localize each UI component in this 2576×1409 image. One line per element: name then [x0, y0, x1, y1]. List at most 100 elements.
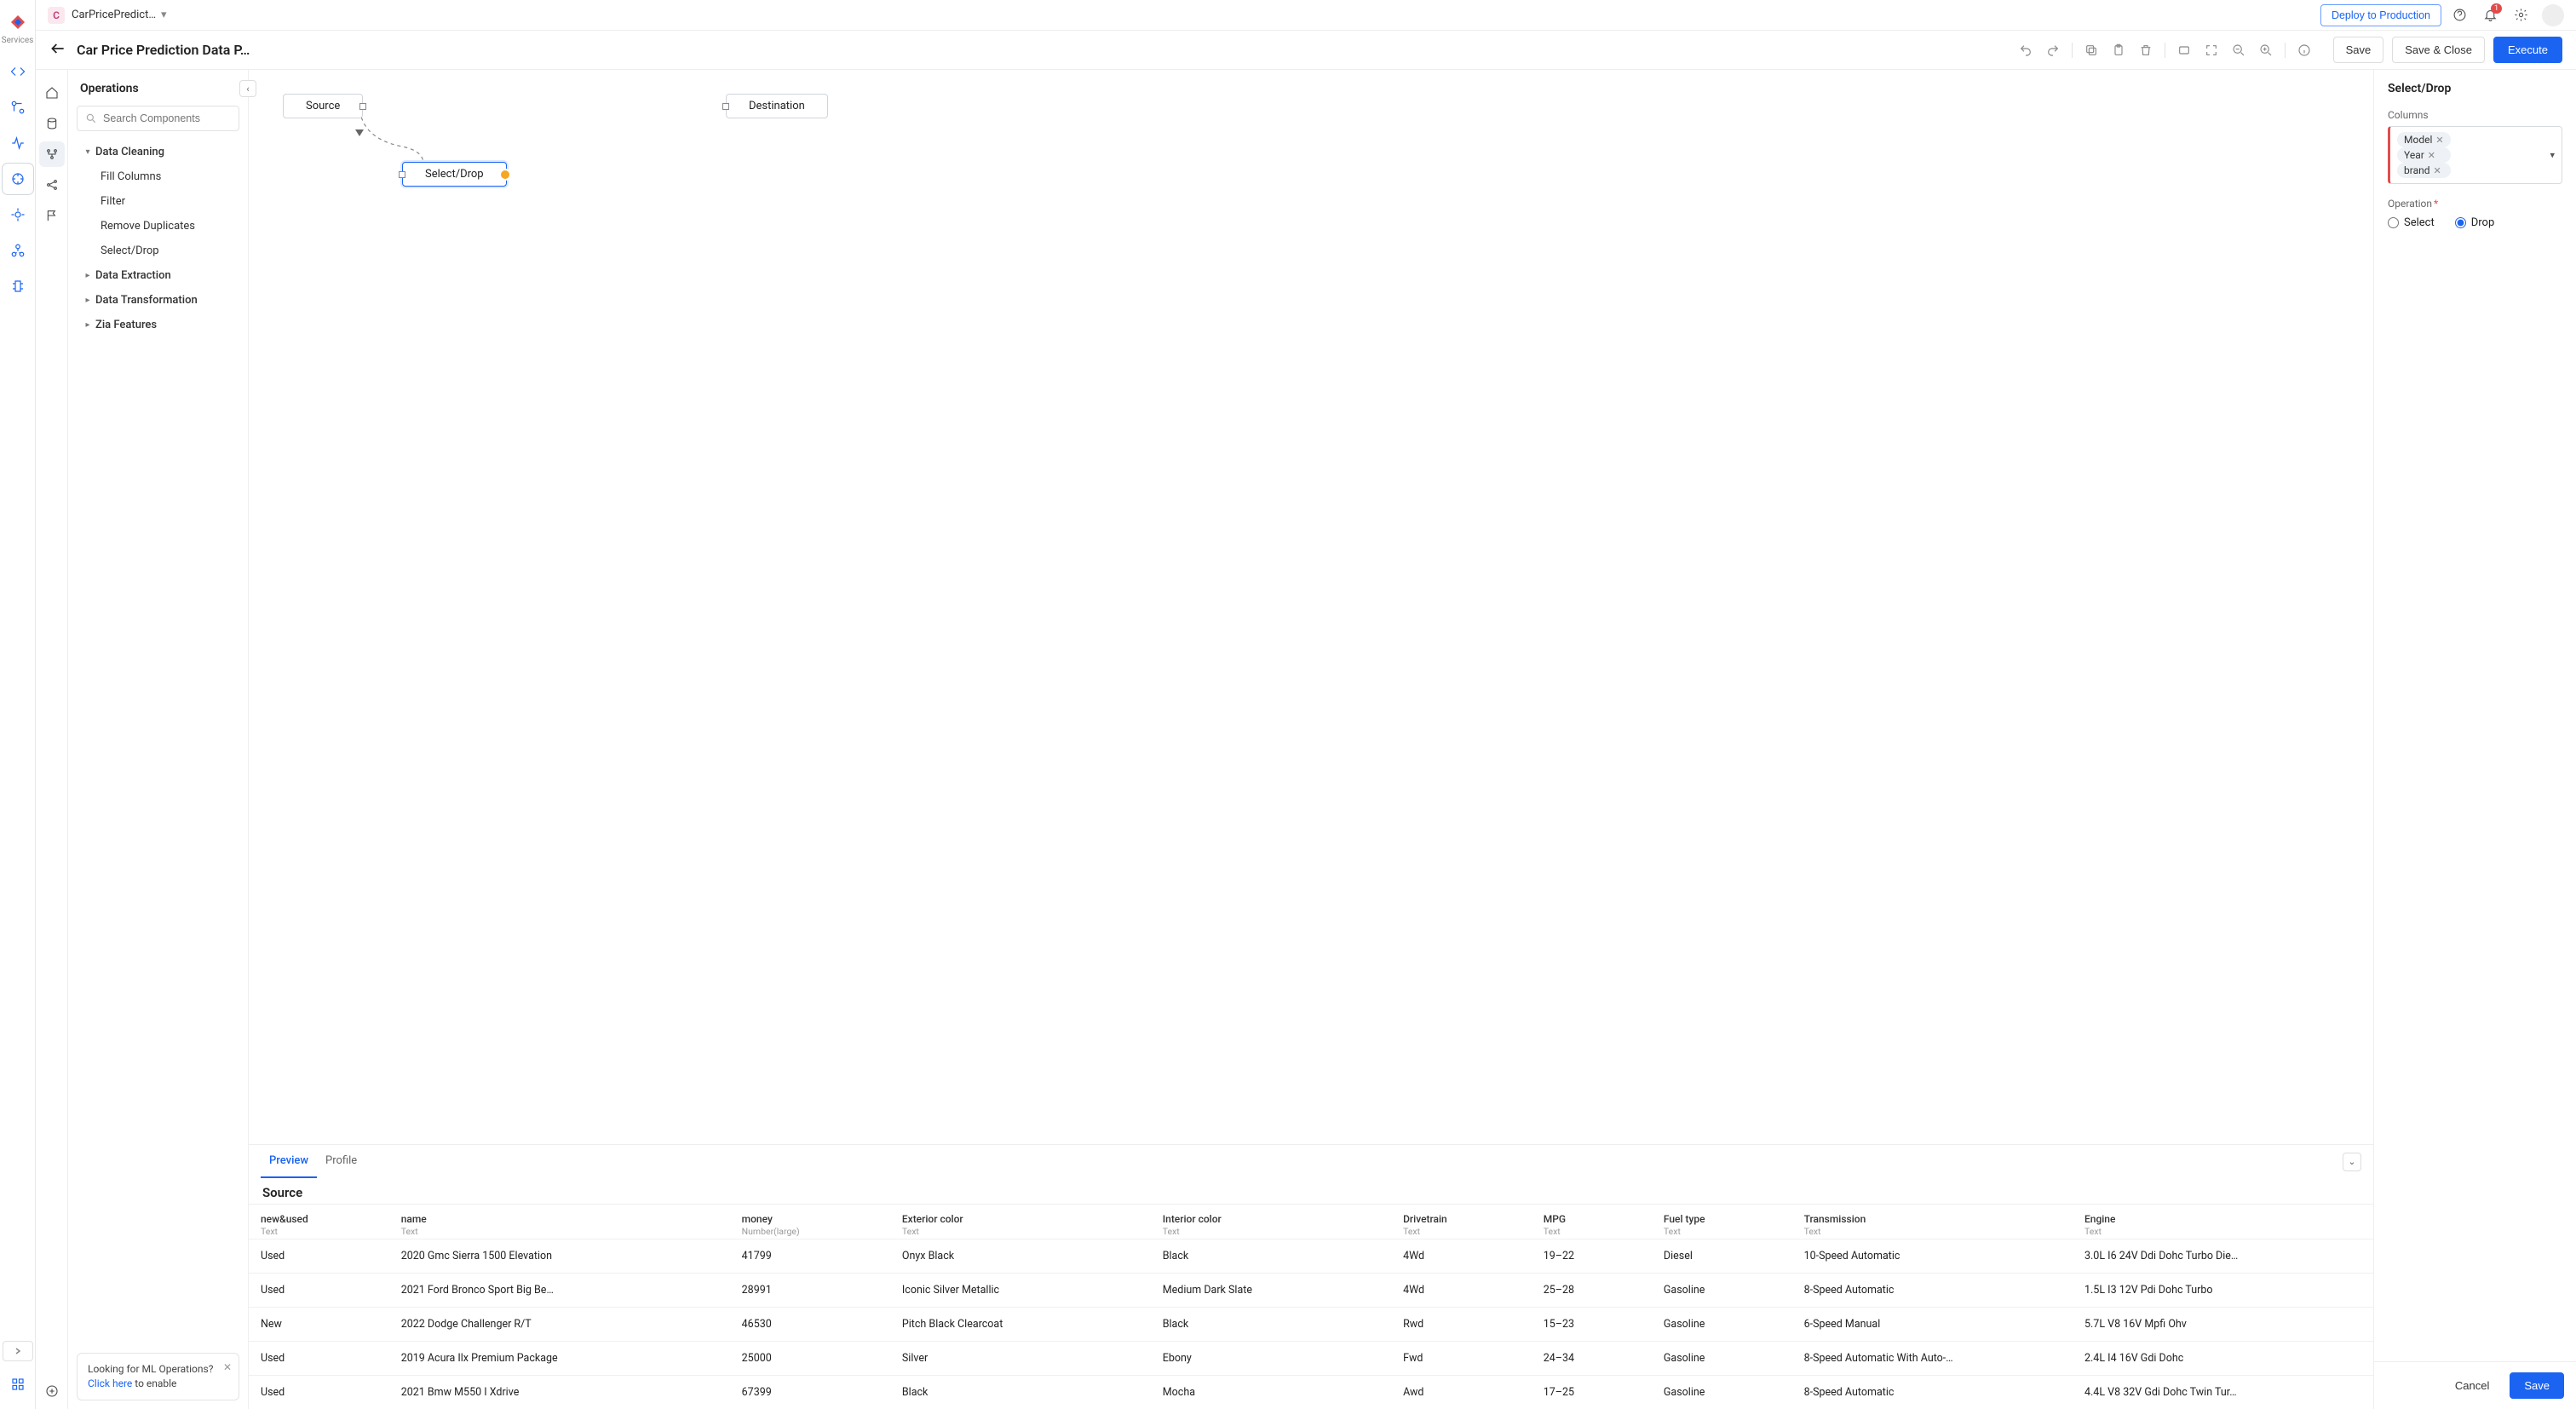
node-destination[interactable]: Destination [726, 94, 828, 118]
copy-icon[interactable] [2078, 37, 2105, 64]
column-header[interactable]: DrivetrainText [1391, 1205, 1532, 1239]
avatar[interactable] [2542, 4, 2564, 26]
column-header[interactable]: MPGText [1532, 1205, 1652, 1239]
rail-apps-icon[interactable] [3, 1369, 33, 1400]
tab-profile[interactable]: Profile [317, 1145, 365, 1178]
save-button[interactable]: Save [2333, 37, 2384, 63]
table-row[interactable]: New2022 Dodge Challenger R/T46530Pitch B… [249, 1308, 2373, 1342]
workspace-caret-icon[interactable]: ▾ [161, 9, 167, 21]
column-header[interactable]: new&usedText [249, 1205, 389, 1239]
mini-flow-icon[interactable] [39, 141, 65, 167]
flow-canvas[interactable]: Source Select/Drop Destination [249, 70, 2373, 1144]
mini-rail [36, 70, 68, 1409]
radio-drop[interactable]: Drop [2455, 216, 2495, 229]
cell: 8-Speed Automatic [1792, 1376, 2073, 1409]
search-icon [85, 112, 97, 124]
help-icon[interactable] [2447, 3, 2472, 28]
flow-connections-icon [249, 70, 2373, 1144]
rail-nav-2[interactable] [3, 92, 33, 123]
bell-icon[interactable]: 1 [2477, 3, 2503, 28]
redo-icon[interactable] [2039, 37, 2067, 64]
config-save-button[interactable]: Save [2510, 1372, 2564, 1399]
search-input[interactable] [77, 106, 239, 131]
back-arrow-icon[interactable] [49, 40, 66, 60]
mini-add-icon[interactable] [39, 1378, 65, 1404]
rail-nav-5[interactable] [3, 199, 33, 230]
bottom-panel: Preview Profile ⌄ Source new&usedTextnam… [249, 1144, 2373, 1409]
node-source[interactable]: Source [283, 94, 363, 118]
fit-icon[interactable] [2171, 37, 2198, 64]
cell: Rwd [1391, 1308, 1532, 1342]
column-header[interactable]: nameText [389, 1205, 730, 1239]
column-header[interactable]: moneyNumber(large) [730, 1205, 890, 1239]
group-zia-features[interactable]: ▸Zia Features [77, 313, 239, 337]
operations-sidebar: Operations ‹ ▾Data Cleaning Fill Columns… [68, 70, 249, 1409]
trash-icon[interactable] [2132, 37, 2159, 64]
table-row[interactable]: Used2021 Ford Bronco Sport Big Be…28991I… [249, 1274, 2373, 1308]
rail-nav-7[interactable] [3, 271, 33, 302]
chip-remove-icon[interactable]: ✕ [2428, 150, 2435, 161]
chip-remove-icon[interactable]: ✕ [2435, 135, 2443, 146]
cell: New [249, 1308, 389, 1342]
gear-icon[interactable] [2508, 3, 2533, 28]
services-label: Services [2, 36, 34, 45]
rail-nav-6[interactable] [3, 235, 33, 266]
mini-home-icon[interactable] [39, 80, 65, 106]
item-fill-columns[interactable]: Fill Columns [77, 164, 239, 189]
cell: 8-Speed Automatic With Auto-… [1792, 1342, 2073, 1376]
deploy-button[interactable]: Deploy to Production [2320, 4, 2441, 26]
column-header[interactable]: Interior colorText [1151, 1205, 1391, 1239]
cell: Pitch Black Clearcoat [890, 1308, 1151, 1342]
cell: 8-Speed Automatic [1792, 1274, 2073, 1308]
node-select-drop[interactable]: Select/Drop [402, 162, 507, 187]
group-data-transformation[interactable]: ▸Data Transformation [77, 288, 239, 313]
undo-icon[interactable] [2012, 37, 2039, 64]
info-icon[interactable] [2291, 37, 2318, 64]
config-panel: Select/Drop Columns Model ✕Year ✕brand ✕… [2373, 70, 2576, 1409]
config-cancel-button[interactable]: Cancel [2443, 1372, 2501, 1399]
rail-nav-pipeline[interactable] [3, 164, 33, 194]
workspace-name[interactable]: CarPricePredict… [72, 9, 156, 21]
rail-nav-1[interactable] [3, 56, 33, 87]
tab-preview[interactable]: Preview [261, 1145, 317, 1178]
close-icon[interactable]: ✕ [223, 1360, 232, 1375]
warning-dot-icon [499, 169, 511, 181]
radio-select[interactable]: Select [2388, 216, 2435, 229]
column-header[interactable]: TransmissionText [1792, 1205, 2073, 1239]
item-select-drop[interactable]: Select/Drop [77, 239, 239, 263]
mini-share-icon[interactable] [39, 172, 65, 198]
ml-tip-link[interactable]: Click here [88, 1377, 132, 1389]
column-header[interactable]: Fuel typeText [1652, 1205, 1792, 1239]
ml-tip-banner: ✕ Looking for ML Operations? Click here … [77, 1353, 239, 1400]
chip: Year ✕ [2397, 147, 2451, 163]
radio-drop-label: Drop [2471, 216, 2495, 229]
table-row[interactable]: Used2020 Gmc Sierra 1500 Elevation41799O… [249, 1239, 2373, 1274]
columns-multiselect[interactable]: Model ✕Year ✕brand ✕ ▾ [2388, 126, 2562, 184]
cell: Diesel [1652, 1239, 1792, 1274]
item-remove-duplicates[interactable]: Remove Duplicates [77, 214, 239, 239]
column-header[interactable]: Exterior colorText [890, 1205, 1151, 1239]
rail-expand-button[interactable] [3, 1341, 33, 1361]
paste-icon[interactable] [2105, 37, 2132, 64]
node-label: Destination [749, 100, 805, 112]
execute-button[interactable]: Execute [2493, 37, 2562, 63]
table-row[interactable]: Used2019 Acura Ilx Premium Package25000S… [249, 1342, 2373, 1376]
topbar: C CarPricePredict… ▾ Deploy to Productio… [36, 0, 2576, 31]
table-row[interactable]: Used2021 Bmw M550 I Xdrive67399BlackMoch… [249, 1376, 2373, 1409]
zoom-in-icon[interactable] [2252, 37, 2280, 64]
chip: Model ✕ [2397, 132, 2451, 147]
chip-remove-icon[interactable]: ✕ [2434, 165, 2441, 176]
rail-nav-3[interactable] [3, 128, 33, 158]
group-data-extraction[interactable]: ▸Data Extraction [77, 263, 239, 288]
mini-db-icon[interactable] [39, 111, 65, 136]
chevron-down-icon[interactable]: ▾ [2550, 150, 2555, 161]
mini-flag-icon[interactable] [39, 203, 65, 228]
column-header[interactable]: EngineText [2073, 1205, 2373, 1239]
save-close-button[interactable]: Save & Close [2392, 37, 2485, 63]
cell: 46530 [730, 1308, 890, 1342]
zoom-out-icon[interactable] [2225, 37, 2252, 64]
group-data-cleaning[interactable]: ▾Data Cleaning [77, 140, 239, 164]
panel-expand-icon[interactable]: ⌄ [2343, 1153, 2361, 1171]
fullscreen-icon[interactable] [2198, 37, 2225, 64]
item-filter[interactable]: Filter [77, 189, 239, 214]
